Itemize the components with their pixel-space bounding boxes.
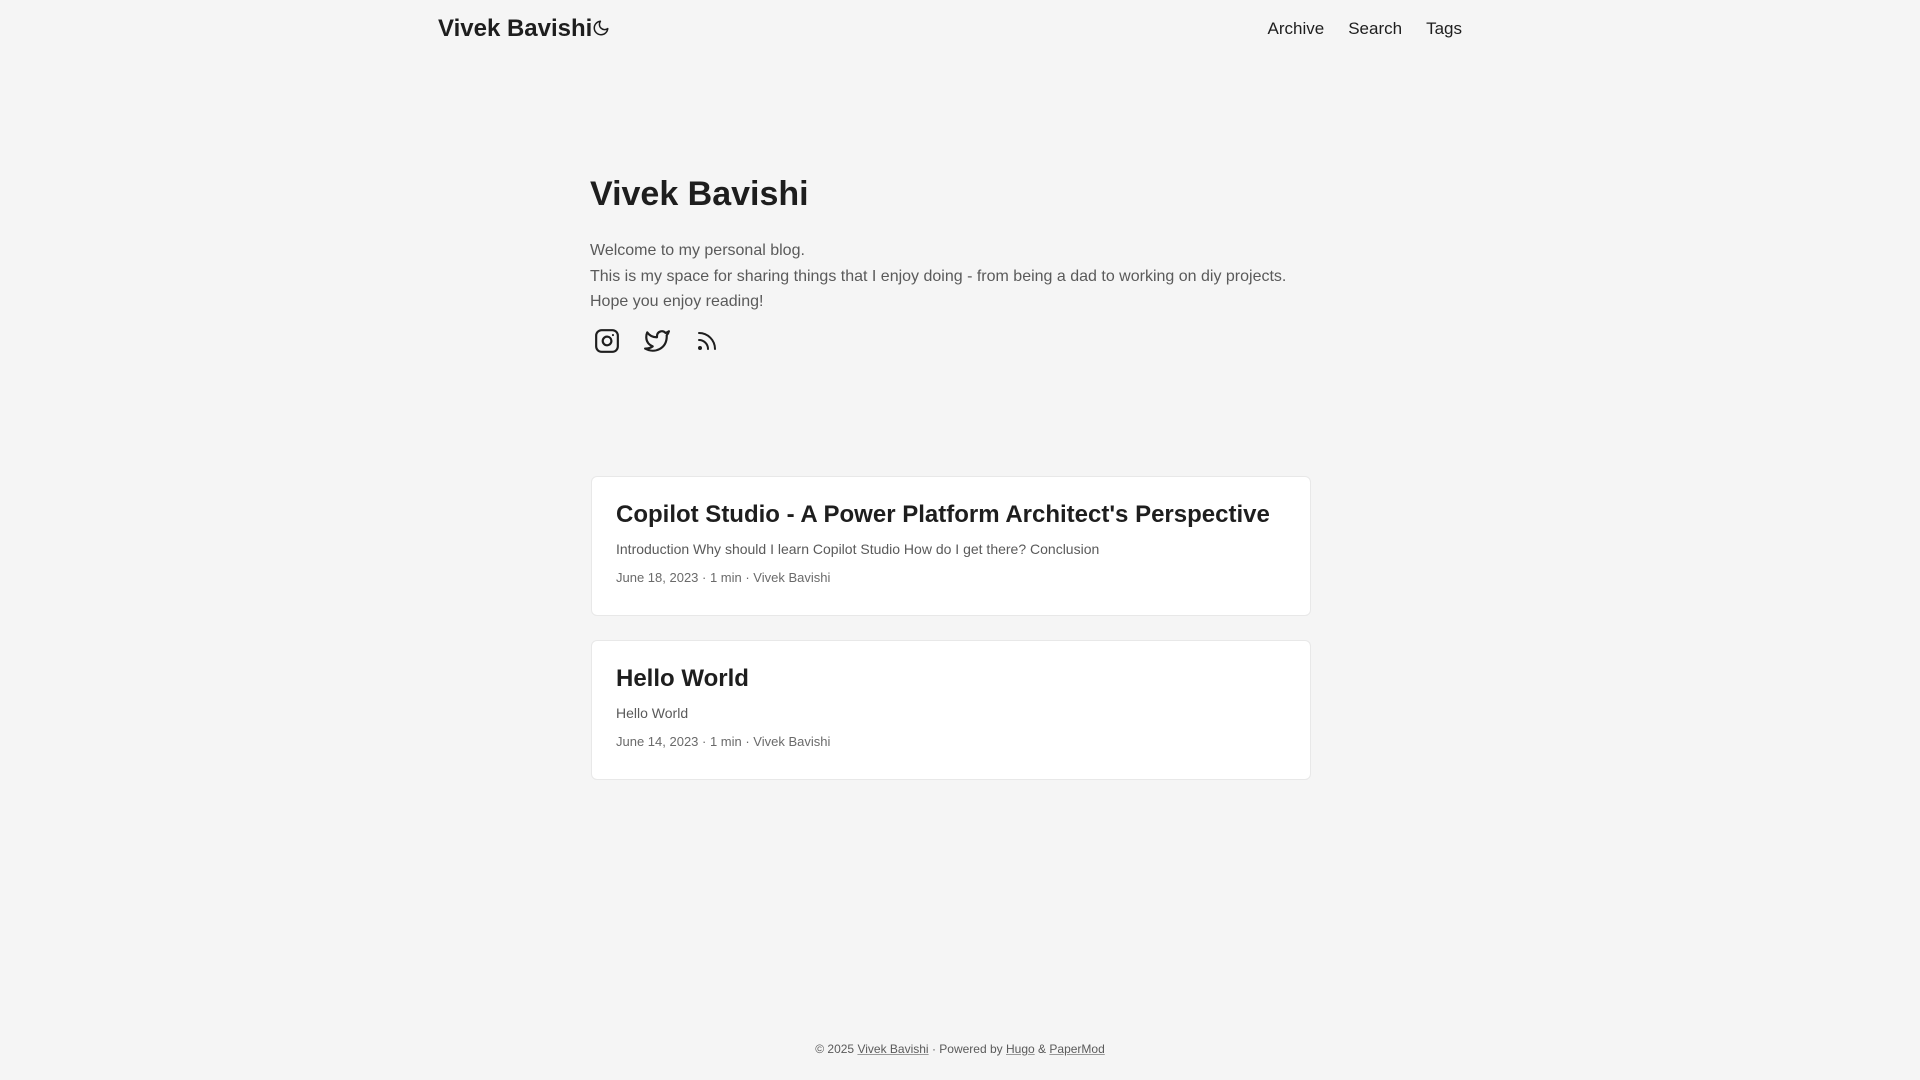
post-summary: Introduction Why should I learn Copilot … <box>616 541 1100 557</box>
post-title: Copilot Studio - A Power Platform Archit… <box>616 501 1270 528</box>
intro-line: This is my space for sharing things that… <box>590 267 1287 285</box>
footer-author-link[interactable]: Vivek Bavishi <box>857 1042 928 1056</box>
footer-powered-by: Powered by <box>939 1042 1003 1056</box>
instagram-icon[interactable] <box>590 324 624 358</box>
intro-text: Welcome to my personal blog. This is my … <box>590 238 1310 315</box>
intro-line: Welcome to my personal blog. <box>590 242 805 259</box>
site-header: Vivek Bavishi Archive Search Tags <box>0 0 1920 60</box>
intro-line: Hope you enjoy reading! <box>590 293 764 310</box>
footer-separator: · <box>931 1042 936 1056</box>
footer-theme-link[interactable]: PaperMod <box>1049 1042 1104 1056</box>
profile-section: Vivek Bavishi Welcome to my personal blo… <box>590 170 1310 315</box>
post-meta: June 14, 2023 · 1 min · Vivek Bavishi <box>616 734 831 749</box>
site-footer: © 2025 Vivek Bavishi · Powered by Hugo &… <box>0 1040 1920 1058</box>
nav-search[interactable]: Search <box>1348 18 1402 40</box>
page-title: Vivek Bavishi <box>590 175 809 213</box>
twitter-icon[interactable] <box>640 324 674 358</box>
moon-icon[interactable] <box>592 19 612 39</box>
post-card[interactable]: Hello World Hello World June 14, 2023 · … <box>591 640 1311 780</box>
footer-ampersand: & <box>1038 1042 1047 1056</box>
post-summary: Hello World <box>616 705 689 721</box>
rss-icon[interactable] <box>690 324 724 358</box>
post-title: Hello World <box>616 665 749 692</box>
social-icons <box>590 324 724 358</box>
post-card[interactable]: Copilot Studio - A Power Platform Archit… <box>591 476 1311 616</box>
site-logo[interactable]: Vivek Bavishi <box>438 14 592 44</box>
footer-hugo-link[interactable]: Hugo <box>1006 1042 1035 1056</box>
post-meta: June 18, 2023 · 1 min · Vivek Bavishi <box>616 570 831 585</box>
main-nav: Archive Search Tags <box>1268 18 1462 40</box>
nav-tags[interactable]: Tags <box>1426 18 1462 40</box>
nav-archive[interactable]: Archive <box>1268 18 1325 40</box>
footer-copyright: © 2025 <box>815 1042 855 1056</box>
